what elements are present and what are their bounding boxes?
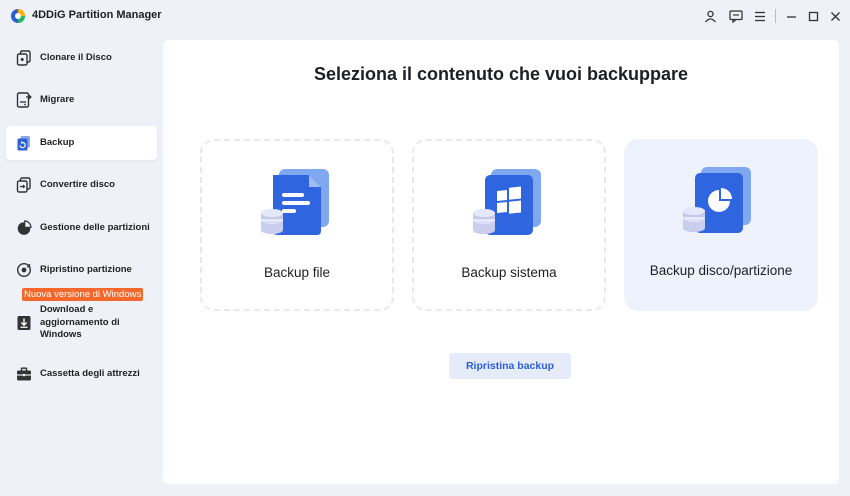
backup-icon — [17, 136, 30, 151]
sidebar-item-toolbox[interactable]: Cassetta degli attrezzi — [6, 357, 157, 391]
clone-disk-icon — [16, 50, 31, 66]
card-label: Backup disco/partizione — [649, 263, 793, 278]
sidebar-item-label: Cassetta degli attrezzi — [40, 367, 140, 379]
main-panel: Seleziona il contenuto che vuoi backuppa… — [163, 40, 839, 484]
backup-system-card[interactable]: Backup sistema — [412, 139, 606, 311]
system-backup-icon — [473, 169, 541, 235]
maximize-icon[interactable] — [804, 7, 822, 25]
app-title: 4DDiG Partition Manager — [32, 9, 162, 21]
sidebar-item-label: Clonare il Disco — [40, 51, 112, 63]
account-icon[interactable] — [701, 7, 719, 25]
app-logo-icon — [11, 9, 25, 23]
card-label: Backup file — [263, 265, 331, 280]
page-title: Seleziona il contenuto che vuoi backuppa… — [313, 64, 689, 84]
sidebar-item-label: Gestione delle partizioni — [40, 221, 150, 233]
menu-icon[interactable] — [751, 7, 769, 25]
toolbox-icon — [17, 367, 31, 381]
sidebar-item-clone-disk[interactable]: Clonare il Disco — [6, 41, 157, 75]
file-backup-icon — [261, 169, 329, 235]
restore-backup-button[interactable]: Ripristina backup — [449, 353, 571, 379]
sidebar-item-label: Migrare — [40, 93, 75, 105]
sidebar-item-label: Download e aggiornamento di Windows — [40, 304, 120, 341]
sidebar-item-windows-download[interactable]: Download e aggiornamento di Windows — [6, 302, 157, 344]
feedback-icon[interactable] — [727, 7, 745, 25]
sidebar-item-migrate[interactable]: Migrare — [6, 83, 157, 117]
card-label: Backup sistema — [461, 265, 557, 280]
titlebar-divider — [775, 9, 776, 23]
close-icon[interactable] — [826, 7, 844, 25]
sidebar-item-partition-recovery[interactable]: Ripristino partizione — [6, 253, 157, 287]
windows-download-icon — [17, 316, 31, 330]
sidebar-item-backup[interactable]: Backup — [6, 126, 157, 160]
sidebar: Clonare il Disco Migrare Backup Converti… — [0, 32, 162, 496]
disk-partition-backup-icon — [683, 167, 751, 233]
partition-pie-icon — [17, 220, 32, 235]
title-bar: 4DDiG Partition Manager — [0, 0, 850, 32]
sidebar-item-label: Backup — [40, 136, 75, 148]
sidebar-item-convert-disk[interactable]: Convertire disco — [6, 168, 157, 202]
backup-disk-partition-card[interactable]: Backup disco/partizione — [624, 139, 818, 311]
convert-disk-icon — [16, 177, 31, 193]
minimize-icon[interactable] — [782, 7, 800, 25]
sidebar-item-label: Convertire disco — [40, 178, 115, 190]
backup-file-card[interactable]: Backup file — [200, 139, 394, 311]
partition-recovery-icon — [16, 262, 32, 278]
migrate-icon — [16, 92, 32, 108]
sidebar-item-label: Ripristino partizione — [40, 263, 132, 275]
new-version-badge[interactable]: Nuova versione di Windows — [22, 288, 144, 301]
sidebar-item-partition-management[interactable]: Gestione delle partizioni — [6, 211, 157, 245]
